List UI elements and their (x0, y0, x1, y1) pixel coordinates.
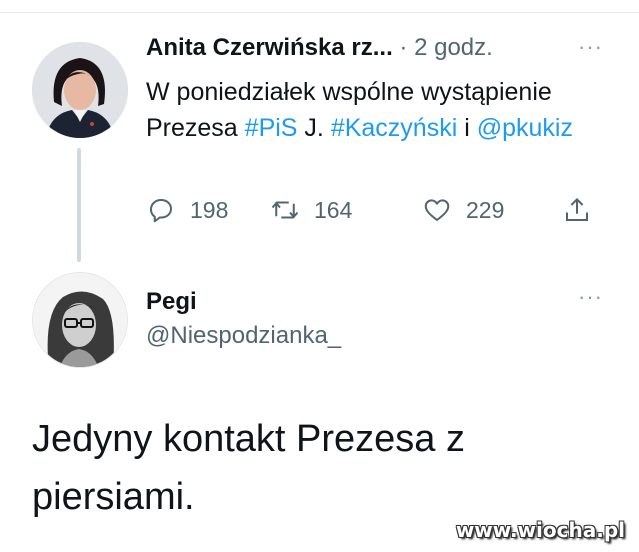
tweet1-more-icon[interactable]: ··· (578, 34, 603, 60)
tweet2-text: Jedyny kontakt Prezesa z piersiami. (32, 418, 465, 518)
tweet1-header: Anita Czerwińska rz... · 2 godz. (146, 34, 493, 62)
share-icon (566, 197, 588, 221)
reply-button[interactable]: 198 (146, 192, 228, 228)
share-button[interactable] (562, 192, 606, 228)
tweet1-time[interactable]: · 2 godz. (399, 34, 492, 61)
heart-icon (424, 199, 450, 221)
tweet1-author-name[interactable]: Anita Czerwińska rz... (146, 34, 393, 61)
retweet-count: 164 (314, 196, 353, 223)
tweet1-text-part: J. (297, 114, 331, 142)
tweet1-text-part: i (457, 114, 477, 142)
thread-connector-line (77, 148, 81, 262)
hashtag-kaczynski-link[interactable]: #Kaczyński (331, 114, 457, 142)
reply-count: 198 (190, 196, 229, 223)
tweet2-more-icon[interactable]: ··· (578, 284, 603, 310)
mention-pkukiz-link[interactable]: @pkukiz (477, 114, 573, 142)
avatar[interactable] (32, 42, 128, 138)
woman-portrait-icon (33, 273, 127, 367)
woman-portrait-icon (32, 42, 128, 138)
top-divider (0, 0, 639, 13)
retweet-button[interactable]: 164 (270, 192, 352, 228)
tweet2-author-name[interactable]: Pegi (146, 288, 197, 316)
tweet1-text: W poniedziałek wspólne wystąpienie Preze… (146, 74, 596, 146)
watermark: www.wiocha.pl (455, 518, 625, 542)
retweet-icon (271, 201, 299, 219)
reply-icon (150, 199, 172, 223)
tweet1-actions: 198 164 229 (146, 192, 606, 228)
tweet2-author-handle[interactable]: @Niespodzianka_ (146, 322, 341, 350)
like-count: 229 (466, 196, 505, 223)
hashtag-pis-link[interactable]: #PiS (245, 114, 298, 142)
avatar[interactable] (32, 272, 128, 368)
like-button[interactable]: 229 (422, 192, 504, 228)
